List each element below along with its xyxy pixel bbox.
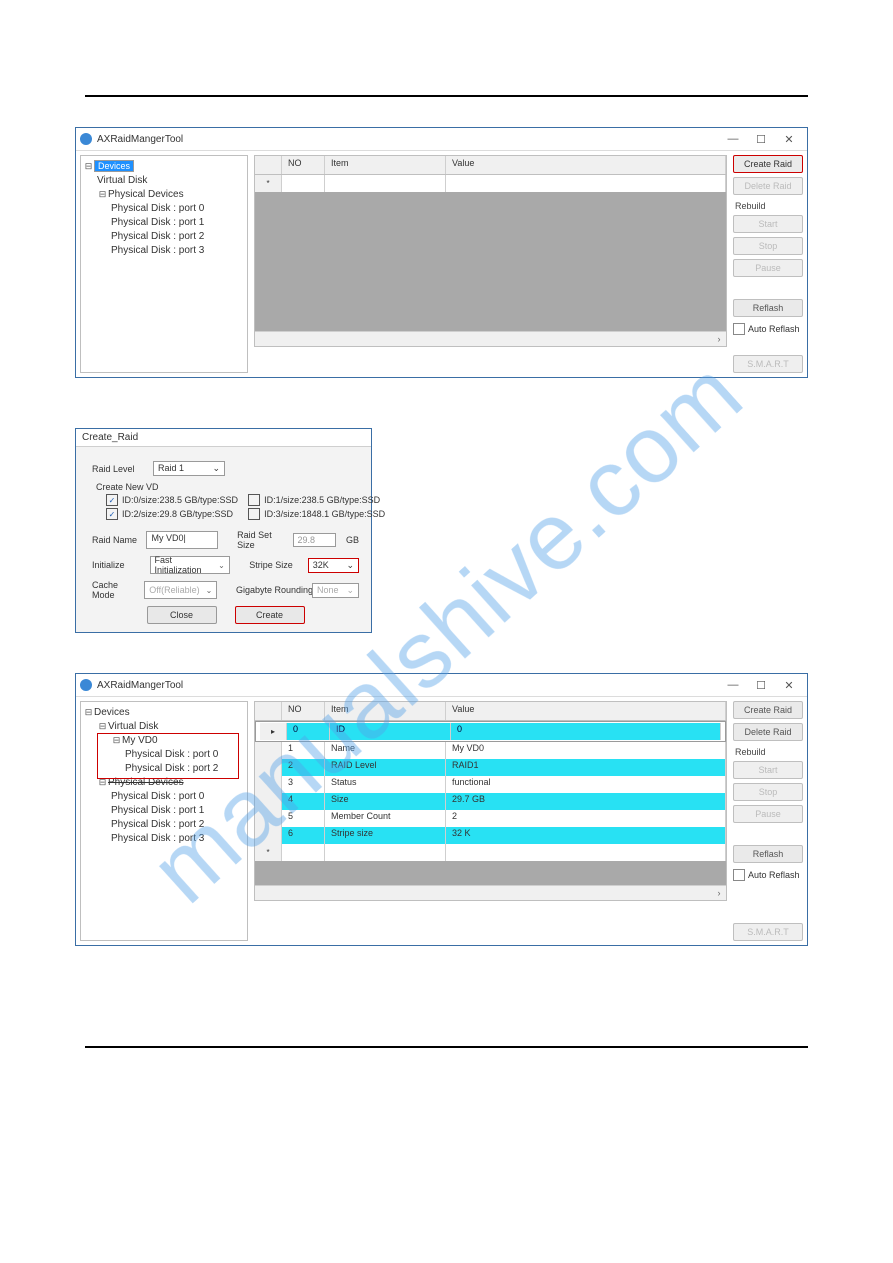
rebuild-label: Rebuild — [733, 745, 803, 757]
tree-physical-devices[interactable]: Physical Devices — [108, 189, 184, 200]
maximize-button[interactable]: ☐ — [747, 679, 775, 692]
info-grid: NO Item Value ▸ 0 ID 0 1 Name My V — [254, 701, 727, 901]
maximize-button[interactable]: ☐ — [747, 133, 775, 146]
raid-manager-window-1: AXRaidMangerTool — ☐ ✕ ⊟Devices Virtual … — [75, 127, 808, 378]
create-raid-button[interactable]: Create Raid — [733, 701, 803, 719]
minimize-button[interactable]: — — [719, 133, 747, 146]
table-row[interactable]: 1 Name My VD0 — [255, 742, 726, 759]
col-item: Item — [325, 702, 446, 720]
close-button[interactable]: ✕ — [775, 133, 803, 146]
stripe-size-select[interactable]: 32K⌄ — [308, 558, 359, 573]
app-icon — [80, 679, 92, 691]
pause-button[interactable]: Pause — [733, 805, 803, 823]
cache-mode-select[interactable]: Off(Reliable)⌄ — [144, 581, 217, 599]
disk-3-checkbox[interactable]: ID:3/size:1848.1 GB/type:SSD — [248, 508, 385, 520]
stripe-size-label: Stripe Size — [249, 560, 301, 570]
tree-port-1[interactable]: Physical Disk : port 1 — [83, 804, 245, 818]
horizontal-scrollbar[interactable]: › — [255, 331, 726, 346]
disk-2-checkbox[interactable]: ✓ID:2/size:29.8 GB/type:SSD — [106, 508, 238, 520]
titlebar: AXRaidMangerTool — ☐ ✕ — [76, 674, 807, 697]
smart-button[interactable]: S.M.A.R.T — [733, 355, 803, 373]
rebuild-label: Rebuild — [733, 199, 803, 211]
reflash-button[interactable]: Reflash — [733, 299, 803, 317]
table-row[interactable]: 3 Status functional — [255, 776, 726, 793]
raid-set-size-label: Raid Set Size — [237, 530, 286, 550]
grid-header: NO Item Value — [255, 702, 726, 721]
raid-name-input[interactable]: My VD0| — [146, 531, 218, 549]
initialize-label: Initialize — [92, 560, 144, 570]
device-tree[interactable]: ⊟Devices Virtual Disk ⊟Physical Devices … — [80, 155, 248, 373]
pause-button[interactable]: Pause — [733, 259, 803, 277]
action-panel: Create Raid Delete Raid Rebuild Start St… — [733, 155, 803, 373]
create-new-vd-label: Create New VD — [96, 482, 359, 492]
minimize-button[interactable]: — — [719, 679, 747, 692]
smart-button[interactable]: S.M.A.R.T — [733, 923, 803, 941]
cache-mode-label: Cache Mode — [92, 580, 138, 600]
info-grid: NO Item Value * › — [254, 155, 727, 347]
disk-0-checkbox[interactable]: ✓ID:0/size:238.5 GB/type:SSD — [106, 494, 238, 506]
highlight-box-vd — [97, 733, 239, 779]
col-value: Value — [446, 702, 726, 720]
stop-button[interactable]: Stop — [733, 237, 803, 255]
table-row[interactable]: 5 Member Count 2 — [255, 810, 726, 827]
raid-manager-window-2: AXRaidMangerTool — ☐ ✕ ⊟Devices ⊟Virtual… — [75, 673, 808, 946]
col-no: NO — [282, 702, 325, 720]
initialize-select[interactable]: Fast Initialization⌄ — [150, 556, 230, 574]
gigabyte-rounding-select[interactable]: None⌄ — [312, 583, 359, 598]
tree-port-0[interactable]: Physical Disk : port 0 — [83, 202, 245, 216]
window-controls: — ☐ ✕ — [719, 133, 803, 146]
tree-port-3[interactable]: Physical Disk : port 3 — [83, 832, 245, 846]
tree-port-3[interactable]: Physical Disk : port 3 — [83, 244, 245, 258]
auto-reflash-checkbox[interactable]: Auto Reflash — [733, 867, 803, 881]
raid-name-label: Raid Name — [92, 535, 140, 545]
start-button[interactable]: Start — [733, 215, 803, 233]
gb-label: GB — [346, 535, 359, 545]
raid-set-size-input[interactable]: 29.8 — [293, 533, 336, 547]
reflash-button[interactable]: Reflash — [733, 845, 803, 863]
titlebar: AXRaidMangerTool — ☐ ✕ — [76, 128, 807, 151]
tree-root-devices[interactable]: Devices — [94, 160, 134, 172]
app-icon — [80, 133, 92, 145]
dialog-title: Create_Raid — [76, 429, 371, 447]
disk-1-checkbox[interactable]: ID:1/size:238.5 GB/type:SSD — [248, 494, 385, 506]
create-raid-dialog: Create_Raid Raid Level Raid 1⌄ Create Ne… — [75, 428, 372, 633]
tree-port-2[interactable]: Physical Disk : port 2 — [83, 230, 245, 244]
col-item: Item — [325, 156, 446, 174]
create-raid-button[interactable]: Create Raid — [733, 155, 803, 173]
header-rule — [85, 95, 808, 97]
stop-button[interactable]: Stop — [733, 783, 803, 801]
tree-port-0[interactable]: Physical Disk : port 0 — [83, 790, 245, 804]
action-panel: Create Raid Delete Raid Rebuild Start St… — [733, 701, 803, 941]
tree-virtual-disk[interactable]: Virtual Disk — [83, 174, 245, 188]
table-row[interactable]: 4 Size 29.7 GB — [255, 793, 726, 810]
table-row[interactable]: 2 RAID Level RAID1 — [255, 759, 726, 776]
tree-root-devices[interactable]: Devices — [94, 707, 130, 718]
col-value: Value — [446, 156, 726, 174]
auto-reflash-checkbox[interactable]: Auto Reflash — [733, 321, 803, 335]
dialog-create-button[interactable]: Create — [235, 606, 305, 624]
footer-rule — [85, 1046, 808, 1048]
col-no: NO — [282, 156, 325, 174]
device-tree[interactable]: ⊟Devices ⊟Virtual Disk ⊟My VD0 Physical … — [80, 701, 248, 941]
close-button[interactable]: ✕ — [775, 679, 803, 692]
grid-header: NO Item Value — [255, 156, 726, 175]
horizontal-scrollbar[interactable]: › — [255, 885, 726, 900]
delete-raid-button[interactable]: Delete Raid — [733, 177, 803, 195]
disk-checklist: ✓ID:0/size:238.5 GB/type:SSD ID:1/size:2… — [106, 494, 359, 520]
tree-port-1[interactable]: Physical Disk : port 1 — [83, 216, 245, 230]
tree-virtual-disk[interactable]: Virtual Disk — [108, 721, 158, 732]
table-row[interactable]: ▸ 0 ID 0 — [255, 721, 726, 742]
gigabyte-rounding-label: Gigabyte Rounding — [236, 585, 306, 595]
window-title: AXRaidMangerTool — [97, 680, 183, 691]
raid-level-select[interactable]: Raid 1⌄ — [153, 461, 225, 476]
raid-level-label: Raid Level — [92, 464, 147, 474]
tree-port-2[interactable]: Physical Disk : port 2 — [83, 818, 245, 832]
delete-raid-button[interactable]: Delete Raid — [733, 723, 803, 741]
window-title: AXRaidMangerTool — [97, 134, 183, 145]
window-controls: — ☐ ✕ — [719, 679, 803, 692]
dialog-close-button[interactable]: Close — [147, 606, 217, 624]
table-row[interactable]: 6 Stripe size 32 K — [255, 827, 726, 844]
start-button[interactable]: Start — [733, 761, 803, 779]
